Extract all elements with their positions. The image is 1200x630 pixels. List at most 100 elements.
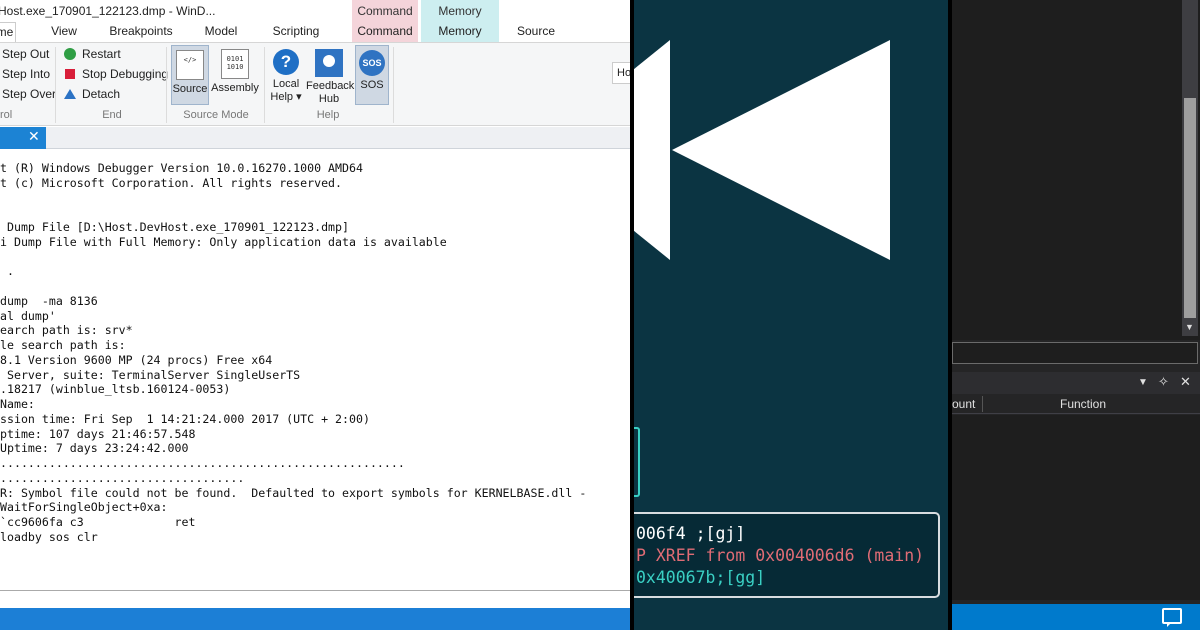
feedback-chat-icon[interactable] [1162, 608, 1182, 627]
output-line: i Dump File with Full Memory: Only appli… [0, 234, 447, 249]
group-separator [55, 47, 56, 123]
step-into-button[interactable]: Step Into [2, 67, 50, 81]
stop-debugging-label: Stop Debugging [82, 67, 169, 81]
home-chip[interactable]: Ho [612, 62, 630, 84]
pin-icon[interactable]: ✧ [1158, 374, 1169, 390]
feedback-label-2: Hub [318, 93, 340, 105]
close-icon[interactable]: ✕ [28, 128, 40, 145]
sos-icon: SOS [359, 50, 385, 76]
call-stack-list [952, 415, 1200, 600]
column-headers: ount Function [952, 394, 1200, 414]
group-separator [166, 47, 167, 123]
tab-source[interactable]: Source [510, 22, 562, 42]
output-line: . [0, 264, 14, 279]
output-line: ssion time: Fri Sep 1 14:21:24.000 2017 … [0, 411, 370, 426]
output-line: le search path is: [0, 338, 126, 352]
tab-model[interactable]: Model [198, 22, 244, 42]
step-into-label: Step Into [2, 67, 51, 81]
output-line: loadby sos clr [0, 529, 98, 544]
column-separator[interactable] [982, 396, 983, 412]
context-group-label: Memory [438, 4, 482, 18]
output-line: ........................................… [0, 456, 405, 470]
column-header-count[interactable]: ount [952, 397, 975, 411]
source-file-icon: </> [176, 50, 204, 80]
windbg-window: Host.exe_170901_122123.dmp - WinD... Com… [0, 0, 630, 630]
step-over-button[interactable]: Step Over [2, 87, 56, 101]
terminal-frame-edge [634, 427, 640, 497]
ide-panel: ▼ ▼ ✧ ✕ ount Function [952, 0, 1200, 630]
tab-view[interactable]: View [44, 22, 84, 42]
close-icon[interactable]: ✕ [1180, 374, 1191, 390]
restart-icon [64, 48, 76, 60]
local-help-button[interactable]: ? Local Help ▾ [268, 45, 304, 107]
rewind-arrow-left [634, 40, 670, 260]
feedback-hub-button[interactable]: Feedback Hub [306, 45, 354, 107]
source-mode-button[interactable]: </> Source [171, 45, 209, 105]
restart-label: Restart [82, 47, 121, 61]
feedback-hub-icon [315, 49, 343, 77]
tab-command[interactable]: Command [352, 22, 418, 42]
restart-button[interactable]: Restart [64, 47, 121, 61]
disasm-line-1: 006f4 ;[gj] [636, 524, 746, 543]
output-line: Name: [0, 397, 35, 411]
assembly-mode-label: Assembly [211, 82, 259, 94]
group-label-help: Help [316, 109, 340, 121]
assembly-file-icon: 0101 1010 [221, 49, 249, 79]
output-line: dump -ma 8136 [0, 293, 98, 308]
help-icon: ? [273, 49, 299, 75]
rewind-arrow-right [672, 40, 890, 260]
output-line: t (c) Microsoft Corporation. All rights … [0, 175, 343, 190]
tab-memory[interactable]: Memory [421, 22, 499, 42]
output-line: 8.1 Version 9600 MP (24 procs) Free x64 [0, 352, 273, 367]
column-header-function[interactable]: Function [1060, 397, 1106, 411]
search-input[interactable] [952, 342, 1198, 364]
output-line: `cc9606fa c3 ret [0, 515, 196, 529]
disasm-line-3: 0x40067b;[gg] [636, 568, 766, 587]
rewind-icon [634, 40, 890, 260]
disasm-line-2: P XREF from 0x004006d6 (main) [636, 546, 925, 565]
editor-area [952, 0, 1200, 340]
output-line: Server, suite: TerminalServer SingleUser… [0, 367, 301, 382]
step-over-label: Step Over [2, 87, 57, 101]
stop-debugging-button[interactable]: Stop Debugging [64, 67, 168, 81]
call-stack-header: ▼ ✧ ✕ [952, 372, 1200, 394]
output-line: earch path is: srv* [0, 323, 133, 338]
disassembly-box: 006f4 ;[gj] P XREF from 0x004006d6 (main… [634, 512, 940, 598]
group-label-source-mode: Source Mode [183, 109, 249, 121]
output-line: Dump File [D:\Host.DevHost.exe_170901_12… [0, 220, 350, 234]
output-line: R: Symbol file could not be found. Defau… [0, 485, 587, 500]
output-line: .18217 (winblue_ltsb.160124-0053) [0, 382, 231, 397]
vertical-scrollbar[interactable]: ▼ [1182, 0, 1198, 336]
output-line: Uptime: 7 days 23:24:42.000 [0, 441, 189, 456]
scrollbar-thumb[interactable] [1184, 98, 1196, 318]
output-line: al dump' [0, 308, 56, 323]
step-out-button[interactable]: Step Out [2, 47, 49, 61]
step-out-label: Step Out [2, 47, 50, 61]
command-window-tab-strip: ✕ [0, 127, 630, 149]
detach-icon [64, 89, 76, 99]
group-label-end: End [102, 109, 122, 121]
tab-breakpoints[interactable]: Breakpoints [104, 22, 178, 42]
detach-button[interactable]: Detach [64, 87, 120, 101]
tab-home[interactable]: me [0, 22, 16, 42]
scroll-down-icon[interactable]: ▼ [1185, 322, 1194, 332]
ribbon-tabs: Command Memory me View Breakpoints Model… [0, 0, 630, 42]
command-output: t (R) Windows Debugger Version 10.0.1627… [0, 161, 630, 581]
group-label-control: rol [0, 109, 13, 121]
output-line: ................................... [0, 470, 245, 485]
assembly-mode-button[interactable]: 0101 1010 Assembly [211, 45, 259, 105]
tab-scripting[interactable]: Scripting [266, 22, 326, 42]
local-help-label: Local [272, 78, 300, 90]
command-input[interactable] [0, 590, 630, 608]
output-line: WaitForSingleObject+0xa: [0, 500, 168, 515]
sos-button[interactable]: SOS SOS [355, 45, 389, 105]
status-bar [0, 608, 630, 630]
dropdown-icon[interactable]: ▼ [1138, 377, 1148, 388]
output-line: t (R) Windows Debugger Version 10.0.1627… [0, 161, 363, 175]
local-help-label-2: Help ▾ [270, 91, 302, 103]
group-separator [393, 47, 394, 123]
